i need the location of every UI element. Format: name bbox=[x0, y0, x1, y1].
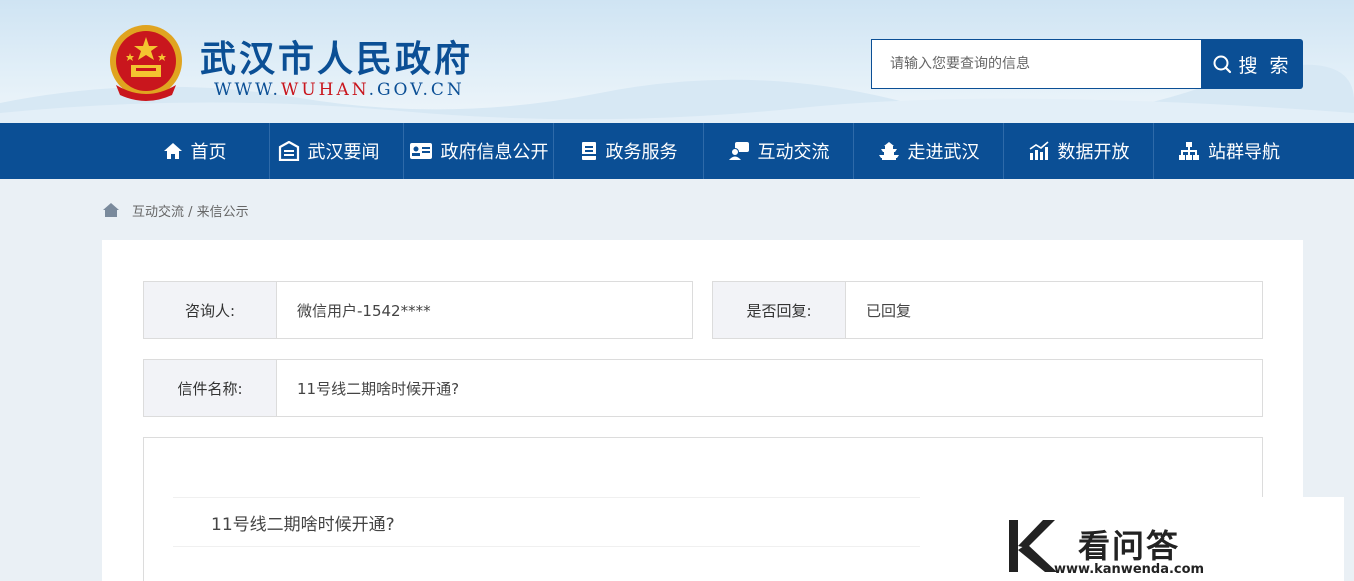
nav-item-open-data[interactable]: 数据开放 bbox=[1004, 123, 1154, 179]
home-icon bbox=[163, 143, 182, 159]
tower-icon bbox=[878, 142, 899, 160]
main-nav: 首页 武汉要闻 政府信息公开 政务服务 互动交流 走进武汉 数据开放 站群导航 bbox=[0, 123, 1354, 179]
replied-value: 已回复 bbox=[866, 301, 912, 320]
letter-title-label: 信件名称: bbox=[144, 360, 277, 416]
site-url-highlight: WUHAN bbox=[280, 80, 369, 100]
watermark-name: 看问答 bbox=[1078, 527, 1181, 565]
site-header: 武汉市人民政府 WWW.WUHAN.GOV.CN 搜 索 bbox=[0, 0, 1354, 123]
nav-item-label: 互动交流 bbox=[757, 142, 830, 163]
national-emblem-icon bbox=[110, 25, 182, 101]
nav-item-services[interactable]: 政务服务 bbox=[554, 123, 704, 179]
info-card-icon bbox=[409, 143, 432, 159]
service-doc-icon bbox=[580, 142, 597, 160]
nav-item-gov-info[interactable]: 政府信息公开 bbox=[404, 123, 554, 179]
letter-title-value: 11号线二期啥时候开通? bbox=[297, 379, 460, 398]
nav-item-label: 数据开放 bbox=[1057, 142, 1130, 163]
site-url-suffix: .GOV.CN bbox=[368, 80, 465, 100]
site-title: 武汉市人民政府 bbox=[200, 38, 474, 80]
site-url-prefix: WWW. bbox=[214, 80, 281, 100]
nav-item-interaction[interactable]: 互动交流 bbox=[704, 123, 854, 179]
letter-question-text: 11号线二期啥时候开通? bbox=[173, 497, 921, 547]
nav-item-site-navigation[interactable]: 站群导航 bbox=[1154, 123, 1304, 179]
chat-icon bbox=[728, 142, 749, 160]
search-input[interactable] bbox=[871, 39, 1202, 89]
breadcrumb-path[interactable]: 互动交流 / 来信公示 bbox=[132, 201, 249, 220]
sitemap-icon bbox=[1179, 142, 1199, 160]
breadcrumb: 互动交流 / 来信公示 bbox=[102, 200, 249, 220]
nav-item-news[interactable]: 武汉要闻 bbox=[254, 123, 404, 179]
search-button[interactable]: 搜 索 bbox=[1201, 39, 1303, 89]
search-icon bbox=[1213, 55, 1232, 74]
watermark-url: www.kanwenda.com bbox=[1054, 562, 1205, 577]
replied-field: 是否回复: 已回复 bbox=[712, 281, 1263, 339]
replied-label: 是否回复: bbox=[713, 282, 846, 338]
letter-title-field: 信件名称: 11号线二期啥时候开通? bbox=[143, 359, 1263, 417]
nav-item-explore-wuhan[interactable]: 走进武汉 bbox=[854, 123, 1004, 179]
home-icon[interactable] bbox=[102, 202, 120, 218]
nav-item-label: 政府信息公开 bbox=[440, 142, 549, 163]
consultant-value: 微信用户-1542**** bbox=[297, 301, 431, 320]
nav-item-label: 政务服务 bbox=[605, 142, 678, 163]
chart-icon bbox=[1029, 141, 1049, 160]
watermark: 看问答 www.kanwenda.com bbox=[920, 497, 1344, 581]
nav-item-label: 首页 bbox=[190, 142, 227, 163]
consultant-label: 咨询人: bbox=[144, 282, 277, 338]
nav-item-label: 武汉要闻 bbox=[307, 142, 380, 163]
nav-item-home[interactable]: 首页 bbox=[120, 123, 270, 179]
consultant-field: 咨询人: 微信用户-1542**** bbox=[143, 281, 693, 339]
site-url: WWW.WUHAN.GOV.CN bbox=[214, 80, 465, 100]
nav-item-label: 站群导航 bbox=[1208, 142, 1280, 163]
news-icon bbox=[278, 141, 299, 161]
search-button-label: 搜 索 bbox=[1238, 54, 1292, 77]
nav-item-label: 走进武汉 bbox=[907, 142, 980, 163]
